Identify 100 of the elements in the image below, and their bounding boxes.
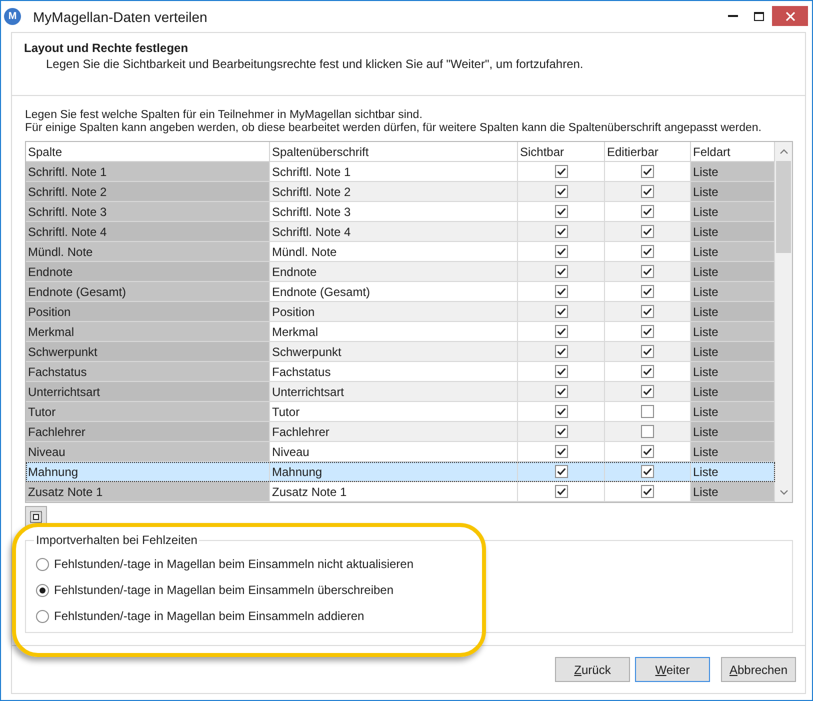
- table-row[interactable]: Position Position Liste: [26, 302, 775, 322]
- table-row[interactable]: Tutor Tutor Liste: [26, 402, 775, 422]
- checkbox[interactable]: [641, 265, 654, 278]
- table-row[interactable]: Endnote Endnote Liste: [26, 262, 775, 282]
- table-cell: Liste: [691, 422, 775, 442]
- table-cell: Niveau: [26, 442, 270, 462]
- table-cell: Liste: [691, 322, 775, 342]
- option-label[interactable]: Fehlstunden/-tage in Magellan beim Einsammeln nicht aktualisieren: [54, 557, 414, 571]
- table-cell: Liste: [691, 482, 775, 502]
- table-row[interactable]: Endnote (Gesamt) Endnote (Gesamt) Liste: [26, 282, 775, 302]
- table-row[interactable]: Zusatz Note 1 Zusatz Note 1 Liste: [26, 482, 775, 502]
- table-row[interactable]: Fachstatus Fachstatus Liste: [26, 362, 775, 382]
- table-row[interactable]: Schriftl. Note 2 Schriftl. Note 2 Liste: [26, 182, 775, 202]
- checkbox[interactable]: [554, 305, 568, 318]
- table-cell: Zusatz Note 1: [26, 482, 270, 502]
- checkbox[interactable]: [641, 345, 654, 358]
- checkbox[interactable]: [554, 285, 568, 298]
- option-label[interactable]: Fehlstunden/-tage in Magellan beim Einsammeln überschreiben: [54, 583, 394, 597]
- checkbox[interactable]: [641, 385, 654, 398]
- checkbox[interactable]: [554, 485, 568, 498]
- table-cell: Liste: [691, 362, 775, 382]
- table-cell: Liste: [691, 282, 775, 302]
- checkbox[interactable]: [641, 485, 654, 498]
- table-cell: Mündl. Note: [26, 242, 270, 262]
- table-cell: Liste: [691, 262, 775, 282]
- checkbox[interactable]: [641, 185, 654, 198]
- table-cell: Schriftl. Note 2: [26, 182, 270, 202]
- table-row[interactable]: Mündl. Note Mündl. Note Liste: [26, 242, 775, 262]
- table-cell: Endnote (Gesamt): [26, 282, 270, 302]
- table-cell: Tutor: [26, 402, 270, 422]
- checkbox[interactable]: [554, 225, 568, 238]
- minimize-icon: [728, 15, 738, 17]
- table-row[interactable]: Merkmal Merkmal Liste: [26, 322, 775, 342]
- table-cell: Liste: [691, 442, 775, 462]
- table-cell: Position: [26, 302, 270, 322]
- checkbox[interactable]: [554, 465, 568, 478]
- checkbox[interactable]: [554, 245, 568, 258]
- checkbox[interactable]: [641, 425, 654, 438]
- dialog-button[interactable]: Weiter: [635, 657, 710, 682]
- option-label[interactable]: Fehlstunden/-tage in Magellan beim Einsammeln addieren: [54, 609, 364, 623]
- radio-button[interactable]: [36, 584, 49, 596]
- radio-button[interactable]: [36, 558, 49, 570]
- chevron-up-icon[interactable]: [780, 149, 788, 154]
- table-cell: Liste: [691, 242, 775, 262]
- checkbox[interactable]: [554, 385, 568, 398]
- instruction-text: Legen Sie fest welche Spalten für ein Teilnehmer in MyMagellan sichtbar sind.: [25, 109, 424, 122]
- section-description: Legen Sie die Sichtbarkeit und Bearbeitungsrechte fest und klicken Sie auf "Weiter", um fortzufahren.: [45, 57, 584, 72]
- checkbox[interactable]: [641, 325, 654, 338]
- checkbox[interactable]: [554, 365, 568, 378]
- table-row[interactable]: Schriftl. Note 1 Schriftl. Note 1 Liste: [26, 162, 775, 182]
- checkbox[interactable]: [641, 365, 654, 378]
- table-cell: Liste: [691, 162, 775, 182]
- table-row[interactable]: Schriftl. Note 3 Schriftl. Note 3 Liste: [26, 202, 775, 222]
- close-icon: [786, 12, 794, 20]
- table-row[interactable]: Mahnung Mahnung Liste: [26, 462, 775, 482]
- table-row[interactable]: Unterrichtsart Unterrichtsart Liste: [26, 382, 775, 402]
- checkbox[interactable]: [641, 285, 654, 298]
- table-row[interactable]: Schwerpunkt Schwerpunkt Liste: [26, 342, 775, 362]
- table-cell: Merkmal: [26, 322, 270, 342]
- table-row[interactable]: Fachlehrer Fachlehrer Liste: [26, 422, 775, 442]
- table-cell: Endnote: [26, 262, 270, 282]
- checkbox[interactable]: [641, 405, 654, 418]
- maximize-icon: [754, 12, 764, 20]
- close-button[interactable]: [772, 6, 808, 26]
- section-title: Layout und Rechte festlegen: [24, 41, 190, 56]
- checkbox[interactable]: [641, 225, 654, 238]
- checkbox[interactable]: [554, 425, 568, 438]
- checkbox[interactable]: [641, 165, 654, 178]
- checkbox[interactable]: [554, 405, 568, 418]
- chevron-down-icon[interactable]: [780, 490, 788, 495]
- radio-button[interactable]: [36, 610, 49, 622]
- checkbox[interactable]: [641, 465, 654, 478]
- checkbox[interactable]: [554, 185, 568, 198]
- app-logo: M: [4, 8, 21, 25]
- table-cell: Liste: [691, 402, 775, 422]
- table-cell: Schriftl. Note 3: [26, 202, 270, 222]
- checkbox[interactable]: [554, 205, 568, 218]
- table-row[interactable]: Niveau Niveau Liste: [26, 442, 775, 462]
- group-title: Importverhalten bei Fehlzeiten: [35, 533, 198, 547]
- checkbox[interactable]: [554, 445, 568, 458]
- table-cell: Fachstatus: [26, 362, 270, 382]
- table-row[interactable]: Schriftl. Note 4 Schriftl. Note 4 Liste: [26, 222, 775, 242]
- scrollbar-thumb[interactable]: [776, 161, 791, 253]
- instruction-text: Für einige Spalten kann angeben werden, ob diese bearbeitet werden dürfen, für weitere Spalten kann die Spaltenüberschrift angepasst werden.: [25, 122, 762, 135]
- checkbox[interactable]: [641, 245, 654, 258]
- table-cell: Liste: [691, 222, 775, 242]
- checkbox[interactable]: [641, 445, 654, 458]
- table-cell: Liste: [691, 302, 775, 322]
- checkbox[interactable]: [641, 305, 654, 318]
- table-cell: Liste: [691, 182, 775, 202]
- scrollbar[interactable]: [775, 142, 792, 502]
- checkbox[interactable]: [554, 265, 568, 278]
- table-cell[interactable]: Zusatz Note 1: [270, 482, 518, 502]
- checkbox[interactable]: [554, 345, 568, 358]
- checkbox[interactable]: [554, 325, 568, 338]
- checkbox[interactable]: [554, 165, 568, 178]
- table-cell: Schwerpunkt: [26, 342, 270, 362]
- dialog-button[interactable]: Abbrechen: [721, 657, 796, 682]
- dialog-button[interactable]: Zurück: [555, 657, 630, 682]
- checkbox[interactable]: [641, 205, 654, 218]
